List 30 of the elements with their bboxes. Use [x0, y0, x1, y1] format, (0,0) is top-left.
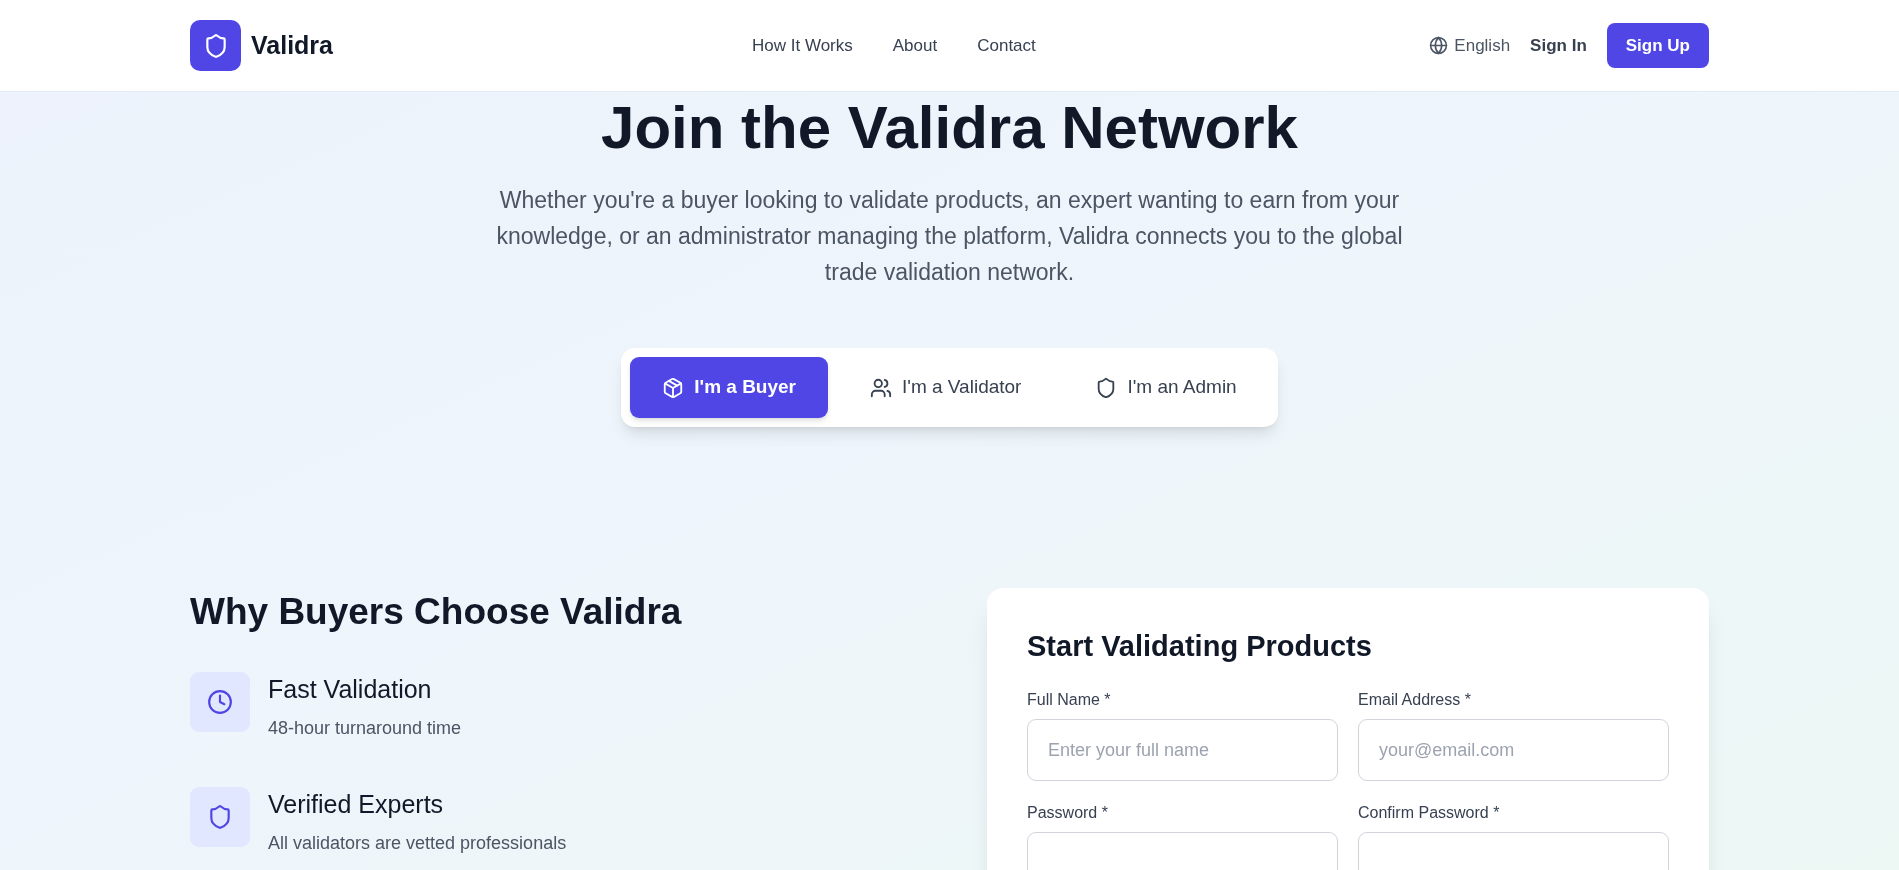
sign-in-link[interactable]: Sign In	[1530, 32, 1587, 59]
input-field[interactable]: your@email.com	[1358, 719, 1669, 781]
feature-title: Verified Experts	[268, 789, 445, 820]
section-title: Why Buyers Choose Validra	[190, 590, 683, 634]
nav-link[interactable]: Contact	[977, 32, 1036, 59]
nav-link[interactable]: How It Works	[752, 32, 853, 59]
users-icon	[870, 376, 892, 399]
field-label: Email Address *	[1358, 690, 1472, 710]
intro-text: Whether you're a buyer looking to validate products, an expert wanting to earn from your knowledge, or an administrator managing the platform, Validra connects you to the global trade validation network.	[495, 186, 1404, 287]
language-button[interactable]: English	[1429, 32, 1511, 59]
clock-icon	[207, 689, 233, 715]
feature-description: All validators are vetted professionals	[268, 832, 567, 855]
role-tab[interactable]: I'm a Validator	[838, 357, 1054, 418]
globe-icon	[1429, 36, 1449, 55]
role-tab[interactable]: I'm a Buyer	[630, 357, 828, 418]
page-title: Join the Validra Network	[601, 93, 1298, 163]
feature-description: 48-hour turnaround time	[268, 717, 462, 740]
role-tab[interactable]: I'm an Admin	[1063, 357, 1269, 418]
field-label: Password *	[1027, 803, 1109, 823]
logo-icon	[190, 20, 241, 71]
shield-icon	[207, 804, 233, 830]
feature-title: Fast Validation	[268, 674, 433, 705]
field-label: Confirm Password *	[1358, 803, 1501, 823]
brand-name: Validra	[251, 29, 333, 61]
box-icon	[662, 376, 685, 399]
field-label: Full Name *	[1027, 690, 1112, 710]
nav-link[interactable]: About	[892, 32, 938, 59]
form-title: Start Validating Products	[1027, 629, 1373, 664]
input-field[interactable]: Enter your full name	[1027, 719, 1338, 781]
sign-up-button[interactable]: Sign Up	[1606, 23, 1709, 68]
